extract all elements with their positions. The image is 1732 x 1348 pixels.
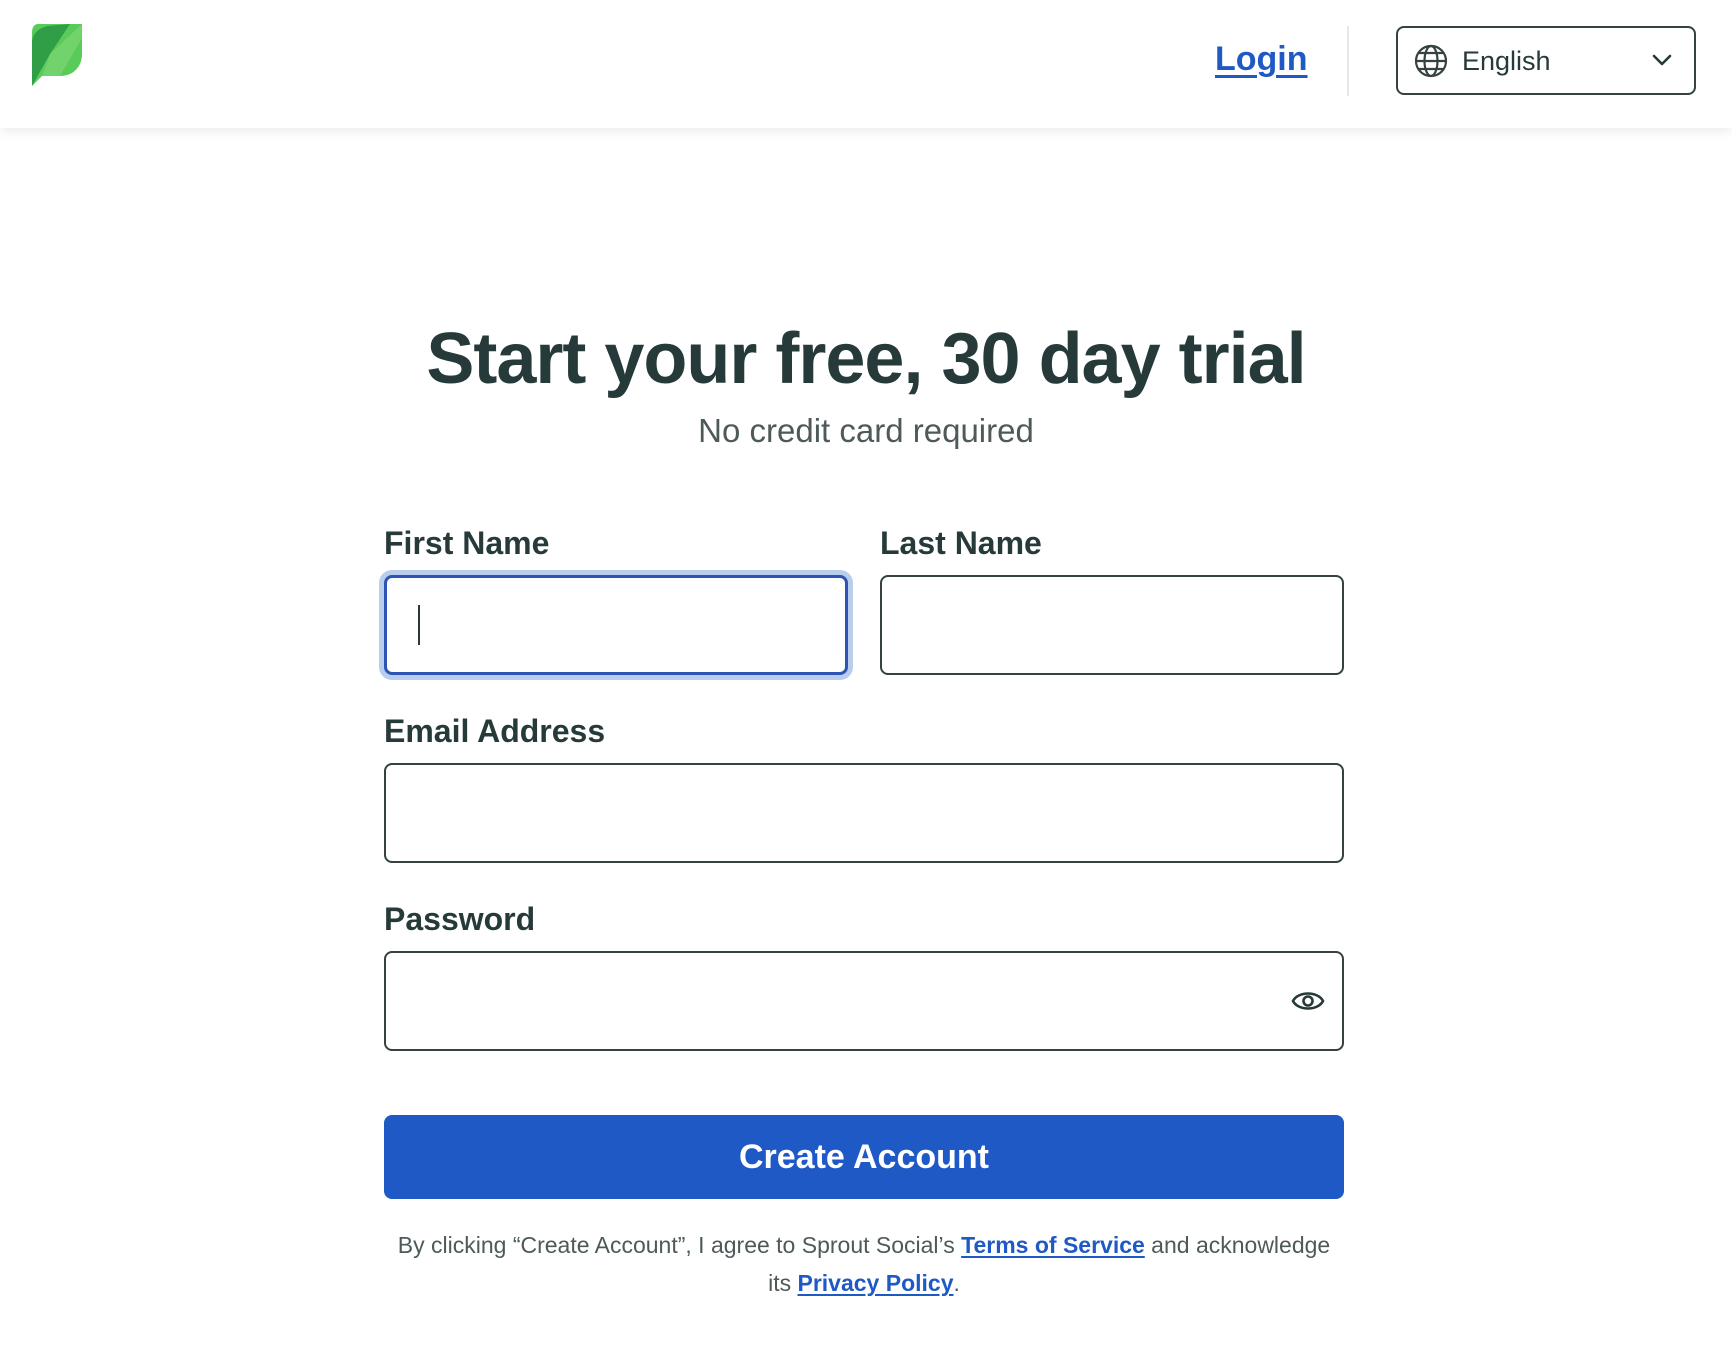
legal-prefix: By clicking “Create Account”, I agree to… — [397, 1232, 962, 1258]
last-name-input[interactable] — [880, 575, 1344, 675]
privacy-policy-link[interactable]: Privacy Policy — [798, 1270, 954, 1296]
password-input[interactable] — [384, 951, 1344, 1051]
first-name-label: First Name — [384, 525, 550, 561]
language-select[interactable]: English — [1396, 26, 1696, 95]
globe-icon — [1414, 44, 1448, 78]
legal-notice: By clicking “Create Account”, I agree to… — [384, 1226, 1344, 1302]
password-label: Password — [384, 901, 536, 937]
chevron-down-icon — [1652, 54, 1672, 66]
terms-of-service-link[interactable]: Terms of Service — [961, 1232, 1145, 1258]
language-select-value: English — [1462, 46, 1551, 76]
login-link[interactable]: Login — [1215, 40, 1308, 79]
create-account-button[interactable]: Create Account — [384, 1115, 1344, 1199]
last-name-label: Last Name — [880, 525, 1042, 561]
text-caret — [418, 605, 420, 645]
header-divider — [1347, 26, 1349, 96]
top-header: Login English — [0, 0, 1732, 128]
page-subtitle: No credit card required — [698, 412, 1034, 449]
page-title: Start your free, 30 day trial — [426, 319, 1306, 399]
email-input[interactable] — [384, 763, 1344, 863]
sprout-leaf-logo[interactable] — [30, 24, 82, 86]
eye-icon[interactable] — [1290, 983, 1326, 1019]
email-label: Email Address — [384, 713, 606, 749]
first-name-input[interactable] — [384, 575, 848, 675]
legal-suffix: . — [953, 1270, 960, 1296]
